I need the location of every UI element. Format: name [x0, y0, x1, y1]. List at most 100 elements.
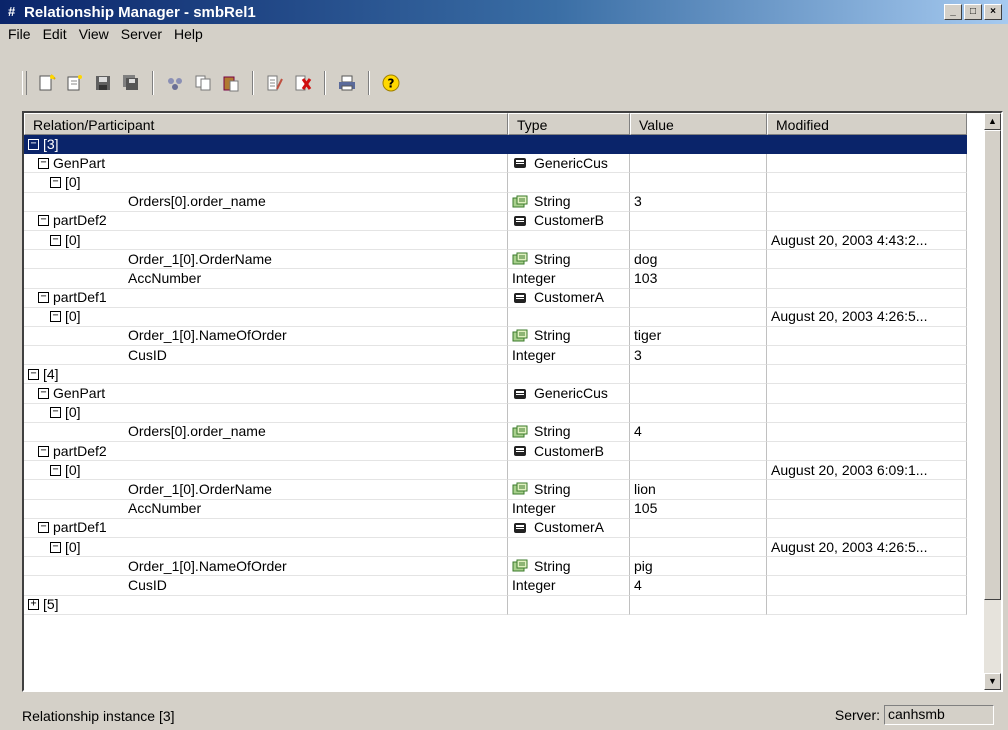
- table-row[interactable]: − partDef1 CustomerA: [24, 518, 984, 538]
- value-cell[interactable]: dog: [630, 250, 767, 270]
- type-label: Integer: [512, 500, 556, 517]
- value-cell[interactable]: [630, 384, 767, 404]
- column-header-relation[interactable]: Relation/Participant: [24, 113, 508, 135]
- table-row[interactable]: CusID Integer 3: [24, 346, 984, 366]
- new-relationship-icon[interactable]: [35, 71, 59, 95]
- minimize-button[interactable]: _: [944, 4, 962, 20]
- value-cell[interactable]: [630, 288, 767, 308]
- collapse-icon[interactable]: −: [38, 215, 49, 227]
- value-cell[interactable]: [630, 461, 767, 481]
- table-row[interactable]: − GenPart GenericCus: [24, 154, 984, 174]
- table-row[interactable]: Order_1[0].OrderName String lion: [24, 480, 984, 500]
- column-header-type[interactable]: Type: [508, 113, 630, 135]
- table-row[interactable]: Order_1[0].OrderName String dog: [24, 250, 984, 270]
- find-icon[interactable]: [163, 71, 187, 95]
- table-row[interactable]: − [0] August 20, 2003 4:43:2...: [24, 230, 984, 251]
- type-label: GenericCus: [534, 154, 608, 171]
- value-cell[interactable]: [630, 307, 767, 327]
- table-row[interactable]: Orders[0].order_name String 3: [24, 192, 984, 212]
- print-icon[interactable]: [335, 71, 359, 95]
- expand-icon[interactable]: +: [28, 599, 39, 611]
- table-row[interactable]: − partDef2 CustomerB: [24, 211, 984, 231]
- table-row[interactable]: Order_1[0].NameOfOrder String pig: [24, 557, 984, 577]
- value-cell[interactable]: lion: [630, 480, 767, 500]
- scroll-thumb[interactable]: [984, 130, 1001, 600]
- table-row[interactable]: + [5]: [24, 595, 984, 615]
- table-row[interactable]: − [0] August 20, 2003 4:26:5...: [24, 307, 984, 327]
- collapse-icon[interactable]: −: [38, 522, 49, 534]
- new-participant-icon[interactable]: [63, 71, 87, 95]
- collapse-icon[interactable]: −: [50, 176, 61, 188]
- column-header-value[interactable]: Value: [630, 113, 767, 135]
- collapse-icon[interactable]: −: [38, 292, 49, 304]
- table-row[interactable]: − [0]: [24, 173, 984, 193]
- table-row[interactable]: − [0]: [24, 403, 984, 423]
- table-row[interactable]: − [0] August 20, 2003 4:26:5...: [24, 537, 984, 558]
- value-cell[interactable]: tiger: [630, 326, 767, 347]
- value-cell[interactable]: [630, 211, 767, 231]
- table-row[interactable]: Orders[0].order_name String 4: [24, 422, 984, 442]
- scroll-down-button[interactable]: ▼: [984, 673, 1001, 690]
- relation-cell: Order_1[0].OrderName: [24, 480, 508, 500]
- vertical-scrollbar[interactable]: ▲ ▼: [984, 113, 1001, 690]
- table-row[interactable]: − [4]: [24, 365, 984, 385]
- table-row[interactable]: − GenPart GenericCus: [24, 384, 984, 404]
- menu-help[interactable]: Help: [168, 24, 209, 44]
- value-cell[interactable]: [630, 403, 767, 423]
- table-row[interactable]: − partDef2 CustomerB: [24, 442, 984, 462]
- toolbar-grip[interactable]: [22, 71, 27, 95]
- relationship-grid[interactable]: Relation/Participant Type Value Modified…: [22, 111, 1003, 692]
- collapse-icon[interactable]: −: [38, 157, 49, 169]
- menu-file[interactable]: File: [2, 24, 37, 44]
- help-icon[interactable]: ?: [379, 71, 403, 95]
- save-all-icon[interactable]: [119, 71, 143, 95]
- value-cell[interactable]: [630, 442, 767, 462]
- copy-icon[interactable]: [191, 71, 215, 95]
- collapse-icon[interactable]: −: [50, 311, 61, 323]
- delete-icon[interactable]: [291, 71, 315, 95]
- value-cell[interactable]: [630, 595, 767, 615]
- menu-view[interactable]: View: [73, 24, 115, 44]
- value-cell[interactable]: 105: [630, 499, 767, 519]
- menu-edit[interactable]: Edit: [37, 24, 73, 44]
- table-row[interactable]: CusID Integer 4: [24, 576, 984, 596]
- table-row[interactable]: AccNumber Integer 105: [24, 499, 984, 519]
- title-bar[interactable]: # Relationship Manager - smbRel1 _ □ ×: [0, 0, 1008, 24]
- properties-icon[interactable]: [263, 71, 287, 95]
- table-row[interactable]: Order_1[0].NameOfOrder String tiger: [24, 326, 984, 347]
- collapse-icon[interactable]: −: [38, 445, 49, 457]
- value-cell[interactable]: [630, 154, 767, 174]
- collapse-icon[interactable]: −: [38, 388, 49, 400]
- table-row[interactable]: − partDef1 CustomerA: [24, 288, 984, 308]
- collapse-icon[interactable]: −: [28, 368, 39, 380]
- value-cell[interactable]: [630, 230, 767, 251]
- value-cell[interactable]: [630, 537, 767, 558]
- column-header-modified[interactable]: Modified: [767, 113, 967, 135]
- paste-icon[interactable]: [219, 71, 243, 95]
- save-icon[interactable]: [91, 71, 115, 95]
- value-cell[interactable]: [630, 518, 767, 538]
- collapse-icon[interactable]: −: [50, 464, 61, 476]
- table-row[interactable]: − [3]: [24, 135, 984, 155]
- table-row[interactable]: AccNumber Integer 103: [24, 269, 984, 289]
- collapse-icon[interactable]: −: [50, 541, 61, 553]
- close-button[interactable]: ×: [984, 4, 1002, 20]
- value-cell[interactable]: [630, 173, 767, 193]
- value-cell[interactable]: 4: [630, 422, 767, 442]
- value-cell[interactable]: 3: [630, 346, 767, 366]
- collapse-icon[interactable]: −: [50, 234, 61, 246]
- collapse-icon[interactable]: −: [50, 407, 61, 419]
- table-row[interactable]: − [0] August 20, 2003 6:09:1...: [24, 461, 984, 481]
- value-cell[interactable]: 103: [630, 269, 767, 289]
- menu-server[interactable]: Server: [115, 24, 168, 44]
- collapse-icon[interactable]: −: [28, 138, 39, 150]
- type-cell: String: [508, 422, 630, 442]
- scroll-up-button[interactable]: ▲: [984, 113, 1001, 130]
- value-cell[interactable]: [630, 365, 767, 385]
- value-cell[interactable]: 4: [630, 576, 767, 596]
- modified-cell: [767, 288, 967, 308]
- value-cell[interactable]: 3: [630, 192, 767, 212]
- value-cell[interactable]: [630, 135, 767, 155]
- value-cell[interactable]: pig: [630, 557, 767, 577]
- maximize-button[interactable]: □: [964, 4, 982, 20]
